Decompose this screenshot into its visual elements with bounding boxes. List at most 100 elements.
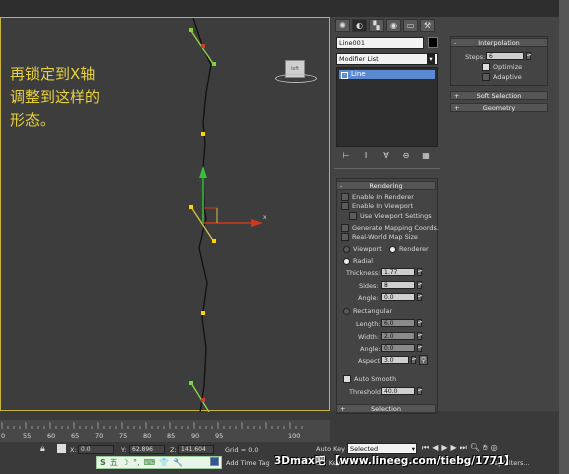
motion-icon[interactable]: ◉ <box>386 19 401 32</box>
aspect-spinner[interactable]: 3.0 <box>381 356 409 364</box>
go-to-end-icon[interactable]: ⏭ <box>460 443 467 453</box>
utilities-icon[interactable]: ⚒ <box>420 19 435 32</box>
enable-viewport-checkbox[interactable]: Enable In Viewport <box>341 202 413 210</box>
object-name-field[interactable]: Line001 <box>336 37 424 49</box>
stack-controls: ⊢ Ι ∀ ⊖ ▦ <box>341 151 431 161</box>
expand-icon: + <box>340 405 346 413</box>
spinner-arrows-icon[interactable]: ▴▾ <box>417 344 422 352</box>
ime-keyboard-icon[interactable]: ⌨ <box>143 458 155 467</box>
auto-key-button[interactable]: Auto Key <box>316 445 345 453</box>
ime-punctuation-icon[interactable]: °, <box>133 458 140 467</box>
orbit-icon[interactable]: ◎ <box>491 443 498 453</box>
renderer-radio[interactable]: Renderer <box>389 245 429 253</box>
spinner-arrows-icon[interactable]: ▴▾ <box>526 52 531 60</box>
length-spinner[interactable]: 6.0 <box>381 319 415 327</box>
threshold-spinner[interactable]: 40.0 <box>381 387 415 395</box>
watermark-text: 3Dmax吧 【www.lineeg.com/tiebg/1771】 <box>274 455 515 467</box>
x-coord-label: X: <box>70 446 77 454</box>
ime-skin-icon[interactable]: 👕 <box>159 458 169 467</box>
timeline-tick-label: 60 <box>47 432 56 440</box>
real-world-map-checkbox[interactable]: Real-World Map Size <box>341 233 418 241</box>
timeline-ruler[interactable]: 0 55 60 65 70 75 80 85 90 95 100 <box>0 420 330 442</box>
configure-sets-icon[interactable]: ▦ <box>421 151 431 161</box>
radio-icon <box>343 307 350 315</box>
time-tag-icon[interactable] <box>210 457 219 466</box>
use-viewport-settings-checkbox[interactable]: Use Viewport Settings <box>349 212 432 220</box>
spinner-arrows-icon[interactable]: ▴▾ <box>411 356 416 364</box>
ime-settings-icon[interactable]: 🔧 <box>173 458 183 467</box>
y-coord-field[interactable]: 62.896 <box>129 445 165 454</box>
expand-icon: + <box>454 104 460 112</box>
checkbox-icon <box>349 212 357 220</box>
pin-stack-icon[interactable]: ⊢ <box>341 151 351 161</box>
optimize-label: Optimize <box>493 63 523 71</box>
lock-icon[interactable]: 🔒︎ <box>40 444 45 454</box>
stack-item-line[interactable]: - Line <box>339 70 435 79</box>
ime-toolbar: S 五 ☽ °, ⌨ 👕 🔧 <box>96 456 222 469</box>
remove-modifier-icon[interactable]: ⊖ <box>401 151 411 161</box>
adaptive-checkbox[interactable]: Adaptive <box>482 73 522 81</box>
modifier-list-dropdown[interactable]: Modifier List ▾ <box>336 53 438 65</box>
title-strip <box>0 0 569 17</box>
ime-wubi-icon[interactable]: 五 <box>110 457 118 468</box>
rectangular-radio[interactable]: Rectangular <box>343 307 392 315</box>
auto-smooth-label: Auto Smooth <box>354 375 397 383</box>
play-icon[interactable]: ▶ <box>441 443 447 453</box>
playback-controls: ⏮ ◀ ▶ ▶ ⏭ 🔍︎ ✋︎ ◎ <box>422 443 498 453</box>
timeline-tick-label: 100 <box>288 432 301 440</box>
create-icon[interactable]: ✺ <box>335 19 350 32</box>
make-unique-icon[interactable]: ∀ <box>381 151 391 161</box>
soft-selection-rollout-header[interactable]: + Soft Selection <box>450 91 548 100</box>
instruction-note: 再锁定到X轴 调整到这样的 形态。 <box>10 65 101 129</box>
thickness-spinner[interactable]: 1.77 <box>381 268 415 276</box>
spinner-arrows-icon[interactable]: ▴▾ <box>417 293 422 301</box>
angle-spinner[interactable]: 0.0 <box>381 293 415 301</box>
selection-rollout-header[interactable]: + Selection <box>336 404 436 413</box>
timeline-ticks <box>1 422 303 429</box>
next-frame-icon[interactable]: ▶ <box>451 443 457 453</box>
aspect-label: Aspect: <box>358 357 383 365</box>
go-to-start-icon[interactable]: ⏮ <box>422 443 429 453</box>
viewcube-ring[interactable] <box>275 74 317 83</box>
sides-spinner[interactable]: 8 <box>381 281 415 289</box>
geometry-rollout-header[interactable]: + Geometry <box>450 103 548 112</box>
enable-viewport-label: Enable In Viewport <box>352 202 414 210</box>
display-icon[interactable]: ▭ <box>403 19 418 32</box>
rendering-rollout-header[interactable]: - Rendering <box>336 181 436 190</box>
modify-icon[interactable]: ◐ <box>352 19 367 32</box>
width-spinner[interactable]: 2.0 <box>381 332 415 340</box>
hierarchy-icon[interactable]: ▚ <box>369 19 384 32</box>
generate-mapping-label: Generate Mapping Coords. <box>352 224 440 232</box>
z-coord-field[interactable]: 141.604 <box>178 445 214 454</box>
real-world-map-label: Real-World Map Size <box>352 233 418 241</box>
gizmo-y-arrow <box>199 166 207 178</box>
viewport-radio[interactable]: Viewport <box>343 245 382 253</box>
pan-icon[interactable]: ✋︎ <box>483 443 488 453</box>
ime-logo-icon[interactable]: S <box>100 458 106 467</box>
spinner-arrows-icon[interactable]: ▴▾ <box>417 281 422 289</box>
add-time-tag-button[interactable]: Add Time Tag <box>226 459 270 467</box>
renderer-radio-label: Renderer <box>399 245 429 253</box>
show-end-result-icon[interactable]: Ι <box>361 151 371 161</box>
optimize-checkbox[interactable]: Optimize <box>482 63 522 71</box>
spinner-arrows-icon[interactable]: ▴▾ <box>417 319 422 327</box>
lock-aspect-icon[interactable]: ⚲ <box>419 355 428 365</box>
spinner-arrows-icon[interactable]: ▴▾ <box>417 268 422 276</box>
auto-smooth-checkbox[interactable]: Auto Smooth <box>343 375 396 383</box>
radial-radio[interactable]: Radial <box>343 257 373 265</box>
object-color-swatch[interactable] <box>428 37 438 48</box>
checkbox-icon <box>341 224 349 232</box>
enable-renderer-checkbox[interactable]: Enable In Renderer <box>341 193 414 201</box>
zoom-icon[interactable]: 🔍︎ <box>470 443 480 453</box>
spinner-arrows-icon[interactable]: ▴▾ <box>417 332 422 340</box>
interpolation-rollout-header[interactable]: - Interpolation <box>450 38 548 47</box>
generate-mapping-checkbox[interactable]: Generate Mapping Coords. <box>341 224 439 232</box>
steps-spinner[interactable]: 6 <box>486 52 524 60</box>
gizmo-x-arrow <box>251 219 263 227</box>
angle2-spinner[interactable]: 0.0 <box>381 344 415 352</box>
ime-moon-icon[interactable]: ☽ <box>122 458 129 467</box>
absolute-mode-icon[interactable] <box>57 444 66 453</box>
spinner-arrows-icon[interactable]: ▴▾ <box>417 387 422 395</box>
previous-frame-icon[interactable]: ◀ <box>432 443 438 453</box>
x-coord-field[interactable]: 0.0 <box>78 445 114 454</box>
